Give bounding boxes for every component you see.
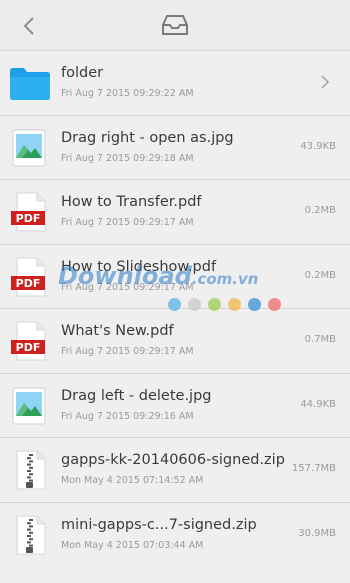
file-row[interactable]: Drag left - delete.jpg Fri Aug 7 2015 09:… [0, 372, 350, 437]
chevron-left-icon[interactable] [18, 14, 42, 38]
file-date: Fri Aug 7 2015 09:29:22 AM [61, 88, 194, 99]
file-row[interactable]: gapps-kk-20140606-signed.zip Mon May 4 20… [0, 437, 350, 502]
file-row[interactable]: PDF How to Transfer.pdf Fri Aug 7 2015 09… [0, 179, 350, 244]
file-date: Fri Aug 7 2015 09:29:17 AM [61, 217, 194, 228]
pdf-label: PDF [16, 277, 41, 290]
file-date: Fri Aug 7 2015 09:29:16 AM [61, 410, 194, 422]
file-date: Mon May 4 2015 07:03:44 AM [61, 539, 204, 551]
chevron-right-icon [321, 75, 330, 89]
pdf-label: PDF [16, 212, 41, 225]
image-icon [12, 129, 46, 166]
file-date: Fri Aug 7 2015 09:29:18 AM [61, 152, 194, 164]
file-date: Fri Aug 7 2015 09:29:17 AM [61, 346, 194, 357]
file-name: Drag right - open as.jpg [61, 129, 234, 146]
file-date: Fri Aug 7 2015 09:29:17 AM [61, 281, 194, 293]
file-row[interactable]: Drag right - open as.jpg Fri Aug 7 2015 0… [0, 114, 350, 179]
file-date: Mon May 4 2015 07:14:52 AM [61, 475, 204, 486]
file-name: mini-gapps-c...7-signed.zip [61, 516, 257, 533]
file-size: 30.9MB [298, 527, 336, 539]
file-name: gapps-kk-20140606-signed.zip [61, 452, 285, 468]
file-name: folder [61, 65, 104, 81]
file-name: How to Transfer.pdf [61, 194, 202, 210]
pdf-icon: PDF [11, 257, 46, 296]
file-size: 0.7MB [304, 334, 336, 345]
top-toolbar [0, 0, 350, 50]
image-icon [12, 387, 46, 424]
pdf-icon: PDF [11, 321, 46, 361]
file-name: What's New.pdf [61, 323, 174, 339]
folder-icon [10, 68, 50, 100]
file-size: 0.2MB [304, 205, 336, 216]
file-name: Drag left - delete.jpg [61, 387, 212, 404]
inbox-tray-icon[interactable] [160, 13, 190, 37]
pdf-label: PDF [16, 341, 41, 354]
file-name: How to Slideshow.pdf [61, 258, 217, 275]
file-row[interactable]: mini-gapps-c...7-signed.zip Mon May 4 201… [0, 501, 350, 566]
file-size: 43.9KB [300, 140, 336, 152]
file-size: 0.2MB [304, 269, 336, 281]
file-size: 44.9KB [300, 398, 336, 410]
file-row[interactable]: PDF What's New.pdf Fri Aug 7 2015 09:29:1… [0, 308, 350, 373]
zip-icon [16, 450, 46, 490]
file-row[interactable]: PDF How to Slideshow.pdf Fri Aug 7 2015 0… [0, 243, 350, 308]
folder-row[interactable]: folder Fri Aug 7 2015 09:29:22 AM [0, 50, 350, 115]
file-size: 157.7MB [291, 463, 336, 474]
zip-icon [16, 515, 46, 554]
pdf-icon: PDF [11, 192, 46, 232]
file-list: folder Fri Aug 7 2015 09:29:22 AM Drag ri… [0, 50, 350, 566]
